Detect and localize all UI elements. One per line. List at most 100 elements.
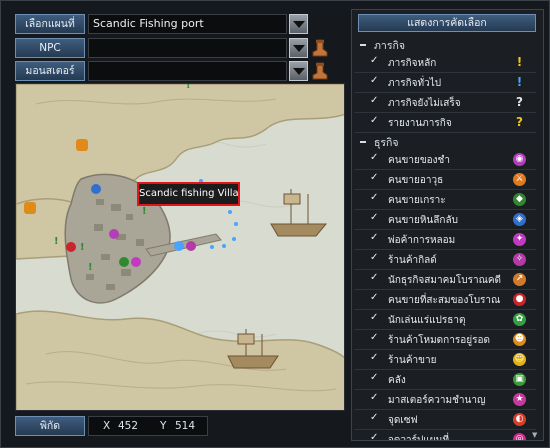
checkmark-icon[interactable]: ✓	[370, 56, 380, 66]
filter-item[interactable]: ✓ ภารกิจหลัก!	[354, 53, 536, 73]
filter-item-label: คนขายอาวุธ	[388, 175, 444, 186]
filter-item[interactable]: ✓ มาสเตอร์ความชำนาญ ★	[354, 390, 536, 410]
filter-item[interactable]: ✓ คลัง ▣	[354, 370, 536, 390]
filter-panel: แสดงการคัดเลือก ภารกิจ ✓ ภารกิจหลัก! ✓ ภารกิ…	[351, 9, 544, 441]
monster-auto-move-boot-icon[interactable]	[312, 62, 328, 80]
filter-item-label: คนขายของชำ	[388, 155, 450, 166]
x-coordinate-label: X	[103, 420, 111, 432]
exclamation-yellow-icon: !	[516, 55, 523, 69]
filter-item-label: รายงานภารกิจ	[388, 118, 452, 129]
svg-text:!: !	[88, 262, 93, 273]
checkmark-icon[interactable]: ✓	[370, 373, 380, 383]
filter-item[interactable]: ✓ คนขายหินลึกลับ ◈	[354, 210, 536, 230]
armor-shop-icon: ◆	[513, 193, 526, 206]
filter-category-label: ธุรกิจ	[374, 137, 399, 149]
x-coordinate-value: 452	[118, 420, 139, 432]
filter-category[interactable]: ภารกิจ	[354, 36, 536, 53]
checkmark-icon[interactable]: ✓	[370, 116, 380, 126]
checkmark-icon[interactable]: ✓	[370, 173, 380, 183]
svg-text:!: !	[80, 242, 85, 253]
checkmark-icon[interactable]: ✓	[370, 353, 380, 363]
filter-item[interactable]: ✓ คนขายเกราะ ◆	[354, 190, 536, 210]
grocery-icon: ◉	[513, 153, 526, 166]
coordinate-label: พิกัด	[15, 416, 85, 436]
filter-item[interactable]: ✓ จุดเซฟ ◐	[354, 410, 536, 430]
monster-selector-row: มอนสเตอร์	[15, 61, 345, 81]
collapse-minus-icon[interactable]	[360, 141, 366, 143]
filter-category[interactable]: ธุรกิจ	[354, 133, 536, 150]
world-map[interactable]: ! ! ! ! !	[15, 83, 345, 411]
filter-item[interactable]: ✓ ร้านค้าขาย ☺	[354, 350, 536, 370]
filter-item[interactable]: ✓ ภารกิจยังไม่เสร็จ?	[354, 93, 536, 113]
checkmark-icon[interactable]: ✓	[370, 253, 380, 263]
npc-dropdown-button[interactable]	[289, 38, 308, 58]
coordinate-row: พิกัด X 452 Y 514	[15, 416, 345, 436]
filter-item-label: มาสเตอร์ความชำนาญ	[388, 395, 486, 406]
filter-item[interactable]: ✓ ร้านค้าโหมดการอยู่รอด ☻	[354, 330, 536, 350]
svg-text:!: !	[142, 206, 147, 217]
filter-item[interactable]: ✓ จุดวาร์ปแผนที่ ◎	[354, 430, 536, 440]
smelting-icon: ✦	[513, 233, 526, 246]
map-dropdown-button[interactable]	[289, 14, 308, 34]
filter-item[interactable]: ✓ คนขายอาวุธ ⚔	[354, 170, 536, 190]
filter-item[interactable]: ✓ นักเล่นแร่แปรธาตุ ✿	[354, 310, 536, 330]
weapon-shop-icon: ⚔	[513, 173, 526, 186]
save-point-icon: ◐	[513, 413, 526, 426]
filter-category-label: ภารกิจ	[374, 40, 405, 52]
checkmark-icon[interactable]: ✓	[370, 213, 380, 223]
exclamation-blue-icon: !	[516, 75, 523, 89]
svg-text:!: !	[186, 84, 191, 91]
filter-item-label: คลัง	[388, 375, 406, 386]
checkmark-icon[interactable]: ✓	[370, 333, 380, 343]
filter-item-label: ร้านค้ากิลด์	[388, 255, 437, 266]
npc-auto-move-boot-icon[interactable]	[312, 39, 328, 57]
checkmark-icon[interactable]: ✓	[370, 313, 380, 323]
mystic-stone-icon: ◈	[513, 213, 526, 226]
filter-item[interactable]: ✓ ภารกิจทั่วไป!	[354, 73, 536, 93]
checkmark-icon[interactable]: ✓	[370, 76, 380, 86]
mastery-icon: ★	[513, 393, 526, 406]
filter-item[interactable]: ✓ คนขายที่สะสมของโบราณ ●	[354, 290, 536, 310]
guild-shop-icon: ✧	[513, 253, 526, 266]
checkmark-icon[interactable]: ✓	[370, 293, 380, 303]
question-white-icon: ?	[516, 95, 523, 109]
y-coordinate-value: 514	[175, 420, 196, 432]
map-canvas: ! ! ! ! !	[16, 84, 344, 410]
sell-shop-icon: ☺	[513, 353, 526, 366]
checkmark-icon[interactable]: ✓	[370, 393, 380, 403]
map-selector-row: เลือกแผนที่ Scandic Fishing port	[15, 14, 345, 34]
npc-select-field[interactable]	[88, 38, 287, 58]
filter-item-label: จุดวาร์ปแผนที่	[388, 433, 449, 440]
filter-item[interactable]: ✓ คนขายของชำ ◉	[354, 150, 536, 170]
filter-item-label: จุดเซฟ	[388, 415, 418, 426]
filter-item[interactable]: ✓ นักธุรกิจสมาคมโบราณคดี ↗	[354, 270, 536, 290]
filter-item[interactable]: ✓ พ่อค้าการหลอม ✦	[354, 230, 536, 250]
filter-item-label: ภารกิจยังไม่เสร็จ	[388, 98, 461, 109]
alchemist-icon: ✿	[513, 313, 526, 326]
npc-select-label: NPC	[15, 38, 85, 58]
checkmark-icon[interactable]: ✓	[370, 153, 380, 163]
checkmark-icon[interactable]: ✓	[370, 273, 380, 283]
checkmark-icon[interactable]: ✓	[370, 96, 380, 106]
y-coordinate-label: Y	[160, 420, 167, 432]
antique-icon: ●	[513, 293, 526, 306]
checkmark-icon[interactable]: ✓	[370, 233, 380, 243]
checkmark-icon[interactable]: ✓	[370, 193, 380, 203]
question-yellow-icon: ?	[516, 115, 523, 129]
collapse-minus-icon[interactable]	[360, 44, 366, 46]
filter-item-label: คนขายที่สะสมของโบราณ	[388, 295, 501, 306]
filter-item-label: พ่อค้าการหลอม	[388, 235, 456, 246]
filter-item-label: ร้านค้าขาย	[388, 355, 437, 366]
monster-dropdown-button[interactable]	[289, 61, 308, 81]
map-select-field[interactable]: Scandic Fishing port	[88, 14, 287, 34]
monster-select-field[interactable]	[88, 61, 287, 81]
filter-list[interactable]: ภารกิจ ✓ ภารกิจหลัก! ✓ ภารกิจทั่วไป! ✓ ภารกิจย…	[354, 36, 536, 440]
filter-item[interactable]: ✓ รายงานภารกิจ?	[354, 113, 536, 133]
filter-item-label: ภารกิจหลัก	[388, 58, 437, 69]
checkmark-icon[interactable]: ✓	[370, 433, 380, 441]
filter-item[interactable]: ✓ ร้านค้ากิลด์ ✧	[354, 250, 536, 270]
storage-icon: ▣	[513, 373, 526, 386]
svg-text:!: !	[54, 236, 59, 247]
checkmark-icon[interactable]: ✓	[370, 413, 380, 423]
scroll-down-icon[interactable]: ▼	[532, 432, 540, 439]
